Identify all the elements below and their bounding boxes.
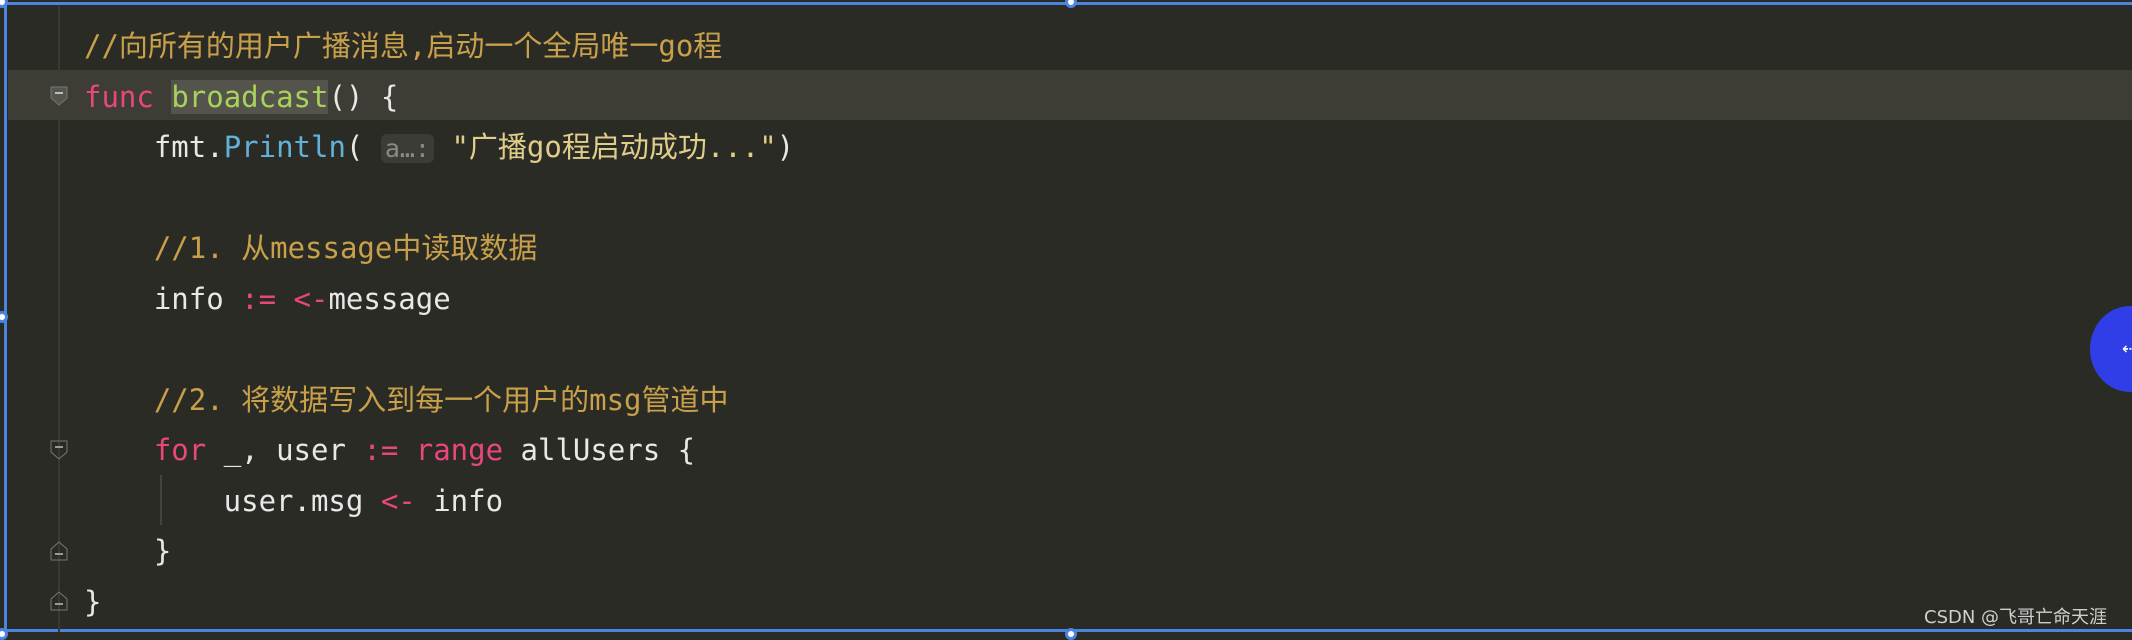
code-token-plain: (	[345, 130, 381, 164]
code-token-comment: //向所有的用户广播消息,启动一个全局唯一go程	[84, 29, 723, 63]
fold-collapse-icon[interactable]	[50, 440, 68, 460]
code-token-plain: info	[84, 281, 242, 316]
code-line[interactable]: //2. 将数据写入到每一个用户的msg管道中	[84, 375, 794, 426]
code-token-plain: }	[84, 584, 102, 619]
code-token-op: :=	[241, 281, 277, 316]
code-line[interactable]: user.msg <- info	[84, 476, 794, 527]
code-token-fname: broadcast	[171, 79, 329, 114]
code-token-keyword: func	[84, 79, 154, 114]
code-token-string: "广播go程启动成功..."	[433, 130, 777, 164]
fold-end-icon[interactable]	[50, 541, 68, 561]
code-token-plain: user.msg	[84, 483, 381, 518]
code-token-op: <-	[380, 483, 416, 518]
code-token-plain: }	[84, 534, 172, 568]
code-token-plain: fmt.	[84, 130, 224, 164]
code-token-method: Println	[223, 130, 346, 164]
resize-handle-bottom-left[interactable]	[0, 628, 8, 640]
code-token-comment: //2. 将数据写入到每一个用户的msg管道中	[84, 382, 729, 417]
code-token-plain: _, user	[206, 433, 364, 467]
fold-end-icon[interactable]	[50, 591, 68, 611]
code-editor[interactable]: //向所有的用户广播消息,启动一个全局唯一go程 func broadcast()…	[84, 21, 794, 627]
code-token-plain: () {	[328, 79, 399, 114]
resize-handle-bottom[interactable]	[1065, 628, 1077, 640]
resize-arrow-icon: ⇠	[2122, 336, 2132, 361]
parameter-hint: a…:	[380, 134, 434, 163]
code-line[interactable]	[84, 173, 794, 224]
code-token-plain: message	[328, 281, 451, 316]
code-token-plain: info	[415, 483, 504, 518]
code-token-comment: //1. 从message中读取数据	[84, 231, 538, 265]
code-line[interactable]: //1. 从message中读取数据	[84, 223, 794, 274]
code-token-op: :=	[363, 433, 399, 467]
code-token-keyword: range	[415, 433, 504, 467]
code-line[interactable]: //向所有的用户广播消息,启动一个全局唯一go程	[84, 21, 794, 72]
code-line[interactable]: fmt.Println( a…: "广播go程启动成功...")	[84, 122, 794, 173]
code-token-plain: allUsers {	[503, 433, 696, 467]
code-token-plain: )	[776, 130, 795, 164]
code-line[interactable]: }	[84, 577, 794, 628]
code-line[interactable]: func broadcast() {	[84, 72, 794, 123]
code-line[interactable]: for _, user := range allUsers {	[84, 425, 794, 476]
code-line[interactable]: info := <-message	[84, 274, 794, 325]
code-token-op: <-	[293, 281, 329, 316]
code-line[interactable]	[84, 324, 794, 375]
fold-collapse-icon[interactable]	[50, 86, 68, 106]
watermark: CSDN @飞哥亡命天涯	[1924, 607, 2108, 628]
code-token-keyword: for	[153, 433, 207, 467]
code-line[interactable]: }	[84, 526, 794, 577]
